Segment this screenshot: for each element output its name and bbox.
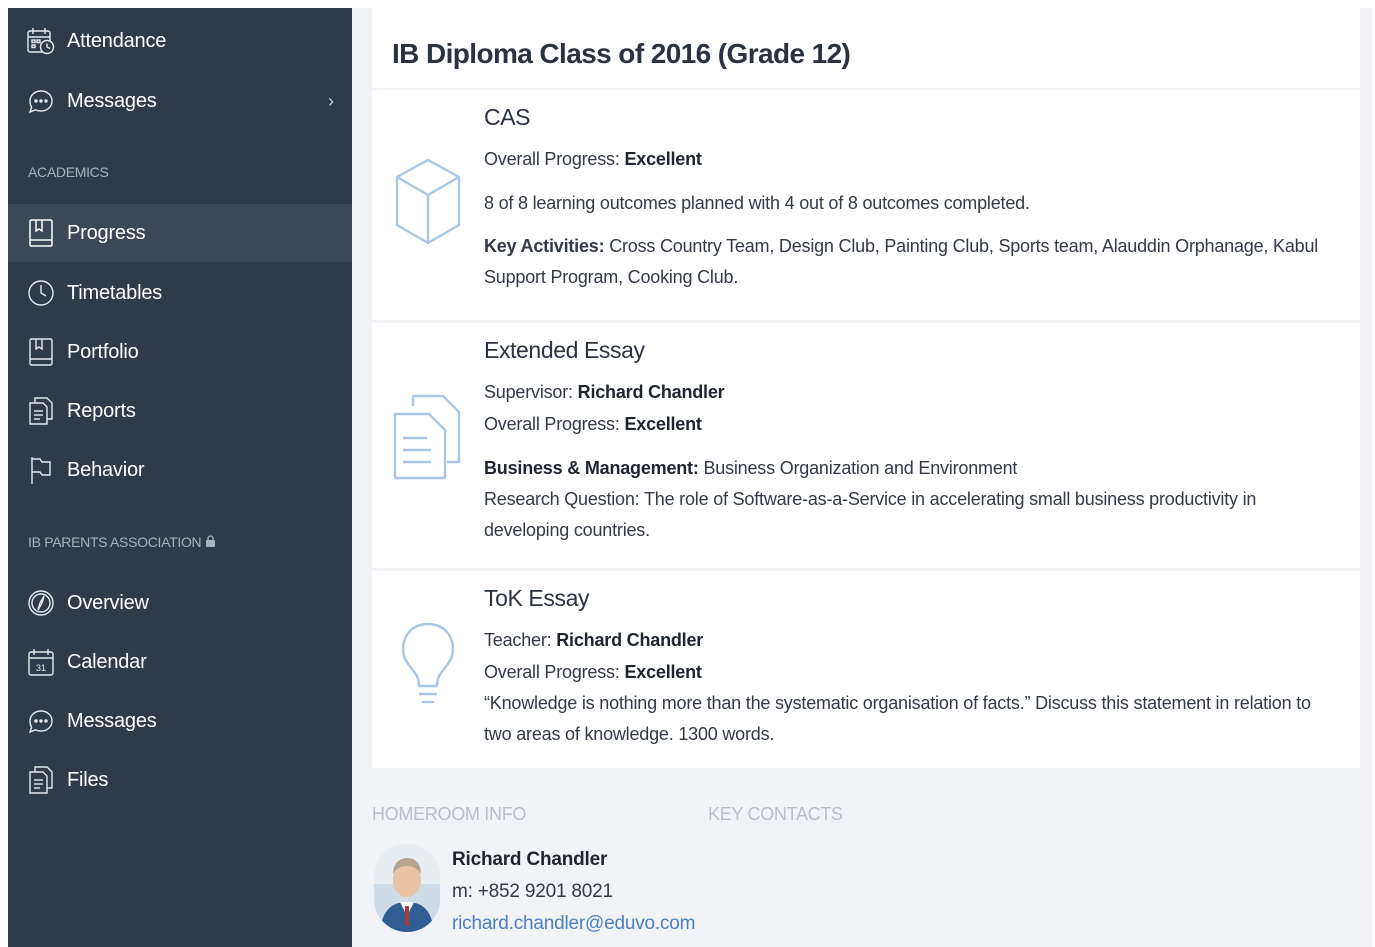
- essay-prompt: “Knowledge is nothing more than the syst…: [484, 693, 1311, 744]
- lock-icon: [205, 534, 216, 550]
- calendar-icon: 31: [26, 646, 56, 678]
- homeroom-contact: Richard Chandler m: +852 9201 8021 richa…: [452, 844, 695, 940]
- sidebar-item-label: Attendance: [67, 29, 167, 52]
- chevron-right-icon[interactable]: ›: [328, 91, 334, 112]
- section-heading-academics: ACADEMICS: [28, 164, 109, 180]
- section-heading-ib-parents: IB PARENTS ASSOCIATION: [28, 534, 216, 550]
- sidebar-item-label: Reports: [67, 399, 136, 422]
- page-title: IB Diploma Class of 2016 (Grade 12): [392, 38, 851, 69]
- cas-details: CAS Overall Progress: Excellent 8 of 8 l…: [484, 104, 1342, 293]
- sidebar-item-calendar[interactable]: 31 Calendar: [8, 633, 352, 691]
- sidebar-item-timetables[interactable]: Timetables: [8, 264, 352, 322]
- sidebar-item-overview[interactable]: Overview: [8, 574, 352, 632]
- notebook-icon: [26, 217, 56, 249]
- sidebar-item-label: Progress: [67, 221, 146, 244]
- cube-icon: [388, 148, 468, 258]
- overall-progress: Overall Progress: Excellent: [484, 149, 702, 169]
- card-title: Extended Essay: [484, 337, 645, 363]
- homeroom-info-heading: HOMEROOM INFO: [372, 804, 527, 824]
- contact-phone: m: +852 9201 8021: [452, 881, 613, 902]
- teacher-name: Richard Chandler: [556, 630, 704, 650]
- files-icon: [26, 764, 56, 796]
- progress-value: Excellent: [624, 149, 702, 169]
- sidebar-item-files[interactable]: Files: [8, 751, 352, 809]
- report-documents-icon: [26, 395, 56, 427]
- sidebar-item-label: Timetables: [67, 281, 163, 304]
- sidebar-item-parents-messages[interactable]: Messages: [8, 692, 352, 750]
- chat-bubbles-icon: [26, 85, 56, 117]
- sidebar-item-reports[interactable]: Reports: [8, 382, 352, 440]
- sidebar-item-label: Messages: [67, 709, 157, 732]
- documents-icon: [388, 381, 468, 491]
- overall-progress: Overall Progress: Excellent: [484, 414, 702, 434]
- research-question: Research Question: The role of Software-…: [484, 489, 1257, 540]
- compass-icon: [26, 587, 56, 619]
- title-card: IB Diploma Class of 2016 (Grade 12): [372, 8, 1360, 88]
- sidebar: Attendance Messages › ACADEMICS Progress: [8, 8, 352, 947]
- tok-essay-card: ToK Essay Teacher: Richard Chandler Over…: [372, 571, 1360, 768]
- key-contacts-heading: KEY CONTACTS: [708, 804, 843, 824]
- progress-value: Excellent: [624, 414, 702, 434]
- contact-name: Richard Chandler: [452, 849, 608, 870]
- sidebar-item-messages[interactable]: Messages ›: [8, 72, 352, 130]
- essay-subject: Business & Management: Business Organiza…: [484, 458, 1018, 478]
- sidebar-item-attendance[interactable]: Attendance: [8, 12, 352, 70]
- avatar: [374, 844, 440, 932]
- cas-card: CAS Overall Progress: Excellent 8 of 8 l…: [372, 90, 1360, 320]
- main-content: IB Diploma Class of 2016 (Grade 12) CAS …: [352, 8, 1372, 947]
- flag-icon: [26, 454, 56, 486]
- sidebar-item-label: Messages: [67, 89, 157, 112]
- contact-email-link[interactable]: richard.chandler@eduvo.com: [452, 913, 695, 934]
- teacher: Teacher: Richard Chandler: [484, 630, 704, 650]
- clock-icon: [26, 277, 56, 309]
- lightbulb-icon: [388, 611, 468, 721]
- sidebar-item-behavior[interactable]: Behavior: [8, 441, 352, 499]
- supervisor: Supervisor: Richard Chandler: [484, 382, 725, 402]
- sidebar-item-label: Portfolio: [67, 340, 139, 363]
- tok-essay-details: ToK Essay Teacher: Richard Chandler Over…: [484, 585, 1342, 750]
- card-title: ToK Essay: [484, 585, 590, 611]
- sidebar-item-progress[interactable]: Progress: [8, 204, 352, 262]
- extended-essay-details: Extended Essay Supervisor: Richard Chand…: [484, 337, 1342, 546]
- extended-essay-card: Extended Essay Supervisor: Richard Chand…: [372, 323, 1360, 568]
- sidebar-item-label: Behavior: [67, 458, 145, 481]
- overall-progress: Overall Progress: Excellent: [484, 662, 702, 682]
- sidebar-item-label: Files: [67, 768, 109, 791]
- sidebar-item-portfolio[interactable]: Portfolio: [8, 323, 352, 381]
- card-title: CAS: [484, 104, 531, 130]
- chat-bubbles-icon: [26, 705, 56, 737]
- key-activities: Key Activities: Cross Country Team, Desi…: [484, 236, 1319, 287]
- portfolio-book-icon: [26, 336, 56, 368]
- sidebar-item-label: Overview: [67, 591, 149, 614]
- attendance-calendar-icon: [26, 25, 56, 57]
- calendar-day: 31: [36, 663, 46, 673]
- progress-value: Excellent: [624, 662, 702, 682]
- outcomes-summary: 8 of 8 learning outcomes planned with 4 …: [484, 193, 1030, 213]
- sidebar-item-label: Calendar: [67, 650, 147, 673]
- supervisor-name: Richard Chandler: [577, 382, 725, 402]
